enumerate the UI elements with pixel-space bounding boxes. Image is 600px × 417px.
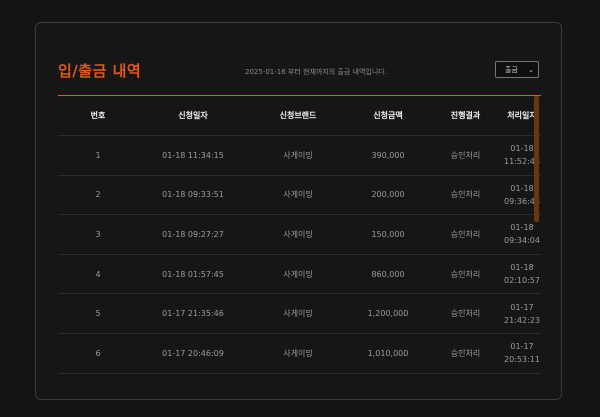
processed-time: 21:42:23 (504, 315, 540, 325)
cell-no: 3 (95, 229, 101, 239)
header-result: 진행결과 (450, 111, 481, 120)
history-panel: 입/출금 내역 2025-01-16 부터 현재까지의 출금 내역입니다. 출금… (35, 22, 562, 400)
table-row: 5 01-17 21:35:46 사게이밍 1,200,000 승인처리 01-… (58, 294, 541, 334)
cell-requested: 01-18 09:27:27 (162, 229, 224, 239)
cell-brand: 사게이밍 (283, 269, 313, 279)
cell-result: 승인처리 (450, 190, 481, 200)
type-filter-select[interactable]: 출금 ⌄ (495, 61, 539, 78)
cell-amount: 150,000 (371, 229, 405, 239)
cell-result: 승인처리 (450, 309, 481, 319)
table-row: 4 01-18 01:57:45 사게이밍 860,000 승인처리 01-18… (58, 255, 541, 295)
cell-brand: 사게이밍 (283, 348, 313, 358)
cell-brand: 사게이밍 (283, 150, 313, 160)
cell-requested: 01-18 09:33:51 (162, 190, 224, 200)
cell-result: 승인처리 (450, 269, 481, 279)
processed-date: 01-17 (510, 302, 534, 312)
table-row: 3 01-18 09:27:27 사게이밍 150,000 승인처리 01-18… (58, 215, 541, 255)
chevron-down-icon: ⌄ (528, 65, 534, 74)
cell-requested: 01-18 11:34:15 (162, 150, 224, 160)
header-amount: 신청금액 (373, 111, 403, 120)
header-no: 번호 (90, 111, 106, 120)
cell-processed: 01-18 09:34:04 (503, 221, 541, 247)
type-filter-value: 출금 (505, 65, 518, 74)
cell-no: 5 (95, 309, 101, 319)
processed-date: 01-17 (510, 342, 534, 352)
processed-time: 09:34:04 (504, 236, 540, 246)
processed-date: 01-18 (510, 183, 534, 193)
cell-processed: 01-17 20:53:11 (503, 340, 541, 366)
processed-date: 01-18 (510, 223, 534, 233)
cell-amount: 1,200,000 (367, 309, 409, 319)
table-row: 6 01-17 20:46:09 사게이밍 1,010,000 승인처리 01-… (58, 334, 541, 374)
cell-requested: 01-18 01:57:45 (162, 269, 224, 279)
processed-time: 20:53:11 (504, 355, 540, 365)
processed-time: 02:10:57 (504, 276, 540, 286)
cell-requested: 01-17 21:35:46 (162, 309, 224, 319)
cell-brand: 사게이밍 (283, 190, 313, 200)
cell-amount: 1,010,000 (367, 348, 409, 358)
table-header: 번호 신청일자 신청브랜드 신청금액 진행결과 처리일자 (58, 96, 541, 136)
cell-result: 승인처리 (450, 229, 481, 239)
cell-result: 승인처리 (450, 150, 481, 160)
cell-processed: 01-18 02:10:57 (503, 261, 541, 287)
table-scrollbar[interactable] (534, 96, 539, 222)
date-range-notice: 2025-01-16 부터 현재까지의 출금 내역입니다. (245, 68, 387, 76)
history-table: 번호 신청일자 신청브랜드 신청금액 진행결과 처리일자 1 01-18 11:… (58, 95, 541, 374)
cell-no: 2 (95, 190, 101, 200)
header-brand: 신청브랜드 (279, 111, 317, 120)
cell-brand: 사게이밍 (283, 309, 313, 319)
cell-no: 4 (95, 269, 101, 279)
cell-requested: 01-17 20:46:09 (162, 348, 224, 358)
cell-no: 1 (95, 150, 101, 160)
cell-result: 승인처리 (450, 348, 481, 358)
processed-date: 01-18 (510, 263, 534, 273)
cell-amount: 200,000 (371, 190, 405, 200)
processed-date: 01-18 (510, 144, 534, 154)
cell-brand: 사게이밍 (283, 229, 313, 239)
cell-no: 6 (95, 348, 101, 358)
table-row: 1 01-18 11:34:15 사게이밍 390,000 승인처리 01-18… (58, 136, 541, 176)
table-row: 2 01-18 09:33:51 사게이밍 200,000 승인처리 01-18… (58, 176, 541, 216)
page-title: 입/출금 내역 (58, 62, 142, 80)
cell-amount: 860,000 (371, 269, 405, 279)
cell-processed: 01-17 21:42:23 (503, 301, 541, 327)
header-requested: 신청일자 (178, 111, 208, 120)
cell-amount: 390,000 (371, 150, 405, 160)
